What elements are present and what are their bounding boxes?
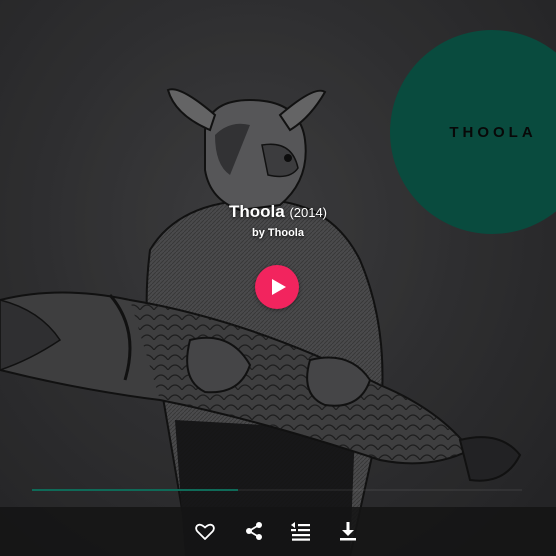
- title-block: Thoola (2014) by Thoola: [0, 201, 556, 241]
- album-player: THOOLA Thoola (2014) by Thoola: [0, 0, 556, 556]
- artist-prefix: by: [252, 227, 265, 239]
- share-icon[interactable]: [242, 519, 266, 543]
- action-bar: [0, 507, 556, 556]
- progress-bar[interactable]: [32, 489, 522, 491]
- title-line: Thoola (2014): [0, 201, 556, 224]
- artist-line: by Thoola: [0, 225, 556, 241]
- playlist-add-icon[interactable]: [289, 519, 313, 543]
- play-icon: [272, 279, 286, 295]
- download-icon[interactable]: [336, 519, 360, 543]
- play-button[interactable]: [255, 265, 299, 309]
- artist-name[interactable]: Thoola: [268, 227, 304, 239]
- heart-icon[interactable]: [193, 519, 217, 543]
- album-title[interactable]: Thoola: [229, 202, 285, 221]
- progress-fill: [32, 489, 238, 491]
- album-year: (2014): [289, 205, 328, 220]
